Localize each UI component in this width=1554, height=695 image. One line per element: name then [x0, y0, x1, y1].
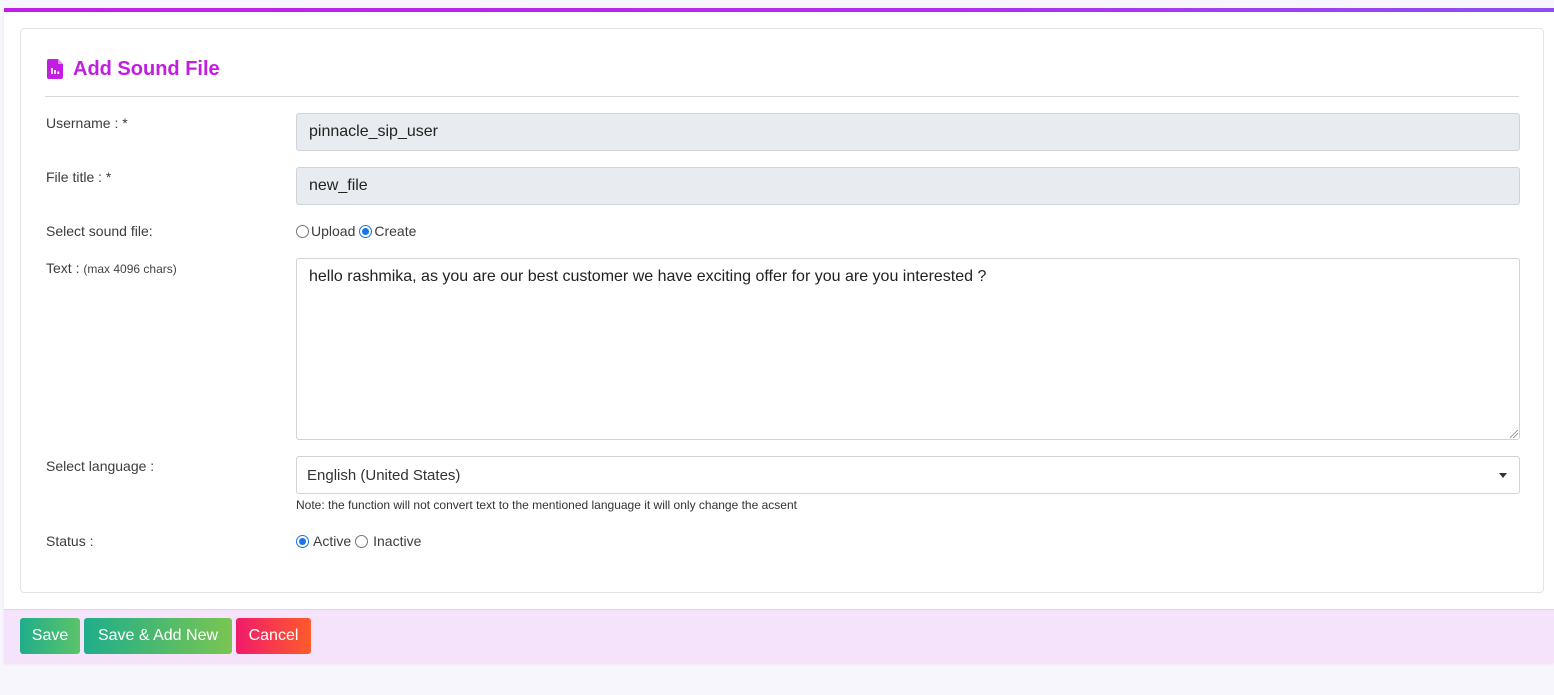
title-divider	[45, 96, 1519, 97]
text-textarea[interactable]: hello rashmika, as you are our best cust…	[296, 258, 1520, 440]
save-button[interactable]: Save	[20, 618, 80, 654]
inactive-radio-label[interactable]: Inactive	[373, 533, 421, 549]
text-label-hint: (max 4096 chars)	[83, 262, 177, 276]
sound-file-label: Select sound file:	[46, 223, 153, 239]
form-card: Add Sound File Username : * pinnacle_sip…	[20, 28, 1544, 593]
language-selected-value: English (United States)	[307, 466, 461, 484]
active-radio[interactable]	[296, 534, 309, 548]
status-radio-group: Active Inactive	[296, 533, 425, 549]
status-label: Status :	[46, 533, 94, 549]
sound-file-radio-group: Upload Create	[296, 223, 420, 239]
cancel-button[interactable]: Cancel	[236, 618, 311, 654]
username-label: Username : *	[46, 115, 128, 131]
file-title-field[interactable]: new_file	[296, 167, 1520, 205]
language-note: Note: the function will not convert text…	[296, 498, 797, 512]
create-radio[interactable]	[359, 224, 373, 238]
resize-grip-icon[interactable]	[1510, 430, 1518, 438]
create-radio-label[interactable]: Create	[374, 223, 416, 239]
language-select[interactable]: English (United States)	[296, 456, 1520, 494]
save-and-add-new-button[interactable]: Save & Add New	[84, 618, 232, 654]
file-title-label: File title : *	[46, 169, 112, 185]
page-title: Add Sound File	[47, 57, 220, 81]
language-label: Select language :	[46, 458, 155, 474]
upload-radio-label[interactable]: Upload	[311, 223, 355, 239]
upload-radio[interactable]	[296, 224, 309, 238]
text-textarea-value: hello rashmika, as you are our best cust…	[309, 268, 987, 285]
text-label: Text : (max 4096 chars)	[46, 260, 177, 276]
audio-file-icon	[47, 59, 63, 79]
text-label-main: Text :	[46, 260, 84, 276]
page-title-text: Add Sound File	[73, 57, 220, 80]
caret-down-icon	[1499, 472, 1507, 478]
active-radio-label[interactable]: Active	[313, 533, 351, 549]
inactive-radio[interactable]	[355, 534, 369, 548]
username-field[interactable]: pinnacle_sip_user	[296, 113, 1520, 151]
